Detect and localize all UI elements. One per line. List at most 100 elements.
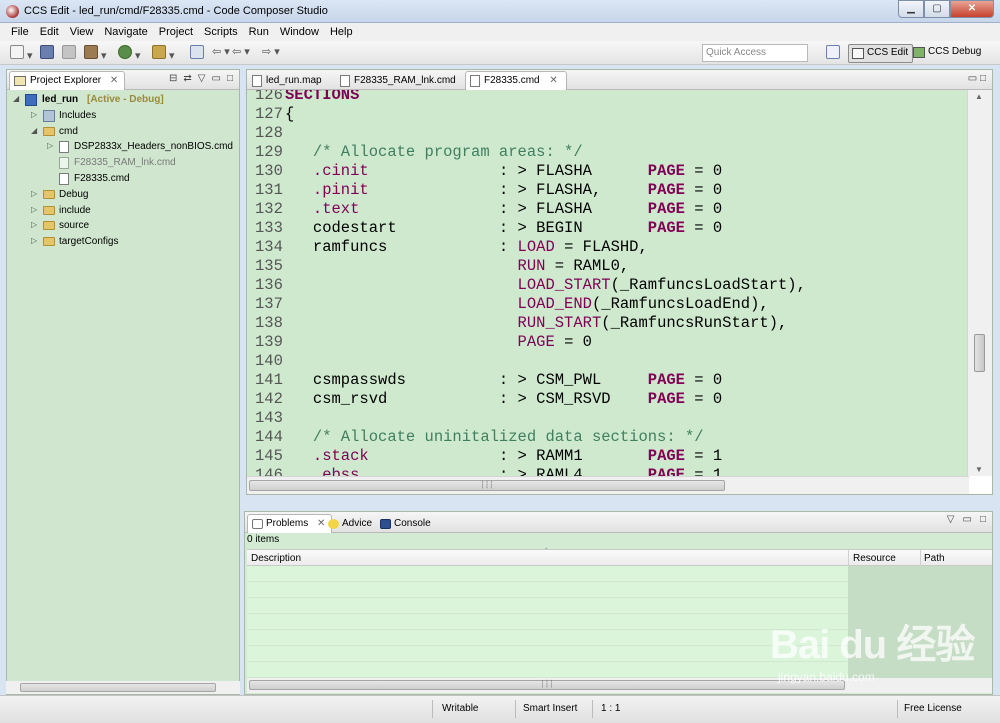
open-perspective-icon[interactable] bbox=[826, 45, 840, 61]
menu-navigate[interactable]: Navigate bbox=[99, 23, 153, 41]
menu-project[interactable]: Project bbox=[154, 23, 199, 41]
line-number: 129 bbox=[255, 143, 283, 161]
code-line[interactable]: 145 .stack : > RAMM1 PAGE = 1 bbox=[255, 447, 722, 466]
code-line[interactable]: 127{ bbox=[255, 105, 294, 124]
tab-advice[interactable]: Advice bbox=[323, 514, 379, 533]
column-description[interactable]: Description bbox=[251, 553, 301, 564]
perspective-ccs-edit[interactable]: CCS Edit bbox=[848, 44, 914, 63]
minimize-button[interactable]: ▁ bbox=[898, 0, 924, 18]
code-line[interactable]: 135 RUN = RAML0, bbox=[255, 257, 629, 276]
expand-arrow-icon[interactable]: ◢ bbox=[13, 94, 21, 103]
code-line[interactable]: 142 csm_rsvd : > CSM_RSVD PAGE = 0 bbox=[255, 390, 722, 409]
menu-run[interactable]: Run bbox=[244, 23, 275, 41]
view-menu-icon[interactable]: ▽ bbox=[947, 514, 955, 525]
tree-item-cmd[interactable]: ◢ cmd bbox=[7, 125, 239, 141]
new-icon[interactable]: ▾ bbox=[10, 45, 33, 62]
expand-arrow-icon[interactable]: ◢ bbox=[31, 126, 39, 135]
scroll-up-icon[interactable]: ▲ bbox=[975, 92, 983, 101]
tree-item-led-run[interactable]: ◢ led_run [Active - Debug] bbox=[7, 93, 239, 109]
build-icon[interactable]: ▾ bbox=[84, 45, 107, 62]
code-line[interactable]: 128 bbox=[255, 124, 285, 143]
maximize-view-icon[interactable]: □ bbox=[980, 514, 986, 525]
editor-horizontal-scrollbar[interactable]: ┆┆┆ bbox=[247, 476, 969, 494]
code-line[interactable]: 139 PAGE = 0 bbox=[255, 333, 592, 352]
menu-edit[interactable]: Edit bbox=[35, 23, 65, 41]
scroll-thumb[interactable] bbox=[974, 334, 985, 372]
perspective-ccs-debug[interactable]: CCS Debug bbox=[910, 44, 985, 63]
tab-project-explorer[interactable]: Project Explorer ✕ bbox=[9, 71, 126, 90]
tab-led-run-map[interactable]: led_run.map bbox=[247, 71, 331, 90]
tab-f28335-cmd[interactable]: F28335.cmd ✕ bbox=[465, 71, 567, 90]
scroll-thumb[interactable]: ┆┆┆ bbox=[249, 480, 725, 491]
maximize-editor-icon[interactable]: ▭ □ bbox=[968, 73, 986, 84]
tab-f28335-ram-lnk[interactable]: F28335_RAM_lnk.cmd bbox=[335, 71, 465, 90]
code-line[interactable]: 129 /* Allocate program areas: */ bbox=[255, 143, 583, 162]
collapse-arrow-icon[interactable]: ▷ bbox=[31, 110, 39, 119]
collapse-arrow-icon[interactable]: ▷ bbox=[47, 141, 55, 150]
code-line[interactable]: 126 SECTIONS bbox=[255, 90, 359, 105]
tree-item-dsp-headers[interactable]: ▷ DSP2833x_Headers_nonBIOS.cmd bbox=[7, 140, 239, 156]
code-line[interactable]: 130 .cinit : > FLASHA PAGE = 0 bbox=[255, 162, 722, 181]
scroll-thumb[interactable]: ┆┆┆ bbox=[249, 680, 845, 690]
save-icon[interactable] bbox=[40, 45, 54, 61]
code-line[interactable]: 138 RUN_START(_RamfuncsRunStart), bbox=[255, 314, 787, 333]
minimize-view-icon[interactable]: ▭ bbox=[963, 514, 972, 525]
tree-item-include[interactable]: ▷ include bbox=[7, 204, 239, 220]
maximize-button[interactable]: ▢ bbox=[924, 0, 950, 18]
tree-item-source[interactable]: ▷ source bbox=[7, 219, 239, 235]
close-button[interactable]: ✕ bbox=[950, 0, 994, 18]
code-token: : > FLASHA bbox=[368, 162, 648, 180]
scroll-thumb[interactable] bbox=[20, 683, 216, 692]
explorer-horizontal-scrollbar[interactable] bbox=[6, 681, 240, 694]
code-editor[interactable]: 126 SECTIONS 127{128 129 /* Allocate progra… bbox=[247, 90, 967, 476]
tree-item-debug[interactable]: ▷ Debug bbox=[7, 188, 239, 204]
tree-item-f28335[interactable]: F28335.cmd bbox=[7, 172, 239, 188]
code-line[interactable]: 134 ramfuncs : LOAD = FLASHD, bbox=[255, 238, 648, 257]
close-tab-icon[interactable]: ✕ bbox=[110, 75, 118, 86]
tab-problems[interactable]: Problems ✕ bbox=[247, 514, 333, 533]
column-resource[interactable]: Resource bbox=[853, 553, 896, 564]
tree-item-targetconfigs[interactable]: ▷ targetConfigs bbox=[7, 235, 239, 251]
code-line[interactable]: 144 /* Allocate uninitalized data sectio… bbox=[255, 428, 704, 447]
cmd-file-icon bbox=[470, 75, 480, 87]
save-all-icon[interactable] bbox=[62, 45, 76, 61]
menu-scripts[interactable]: Scripts bbox=[199, 23, 244, 41]
menu-view[interactable]: View bbox=[65, 23, 100, 41]
collapse-arrow-icon[interactable]: ▷ bbox=[31, 189, 39, 198]
tools-icon[interactable]: ▾ bbox=[152, 45, 175, 62]
debug-icon[interactable]: ▾ bbox=[118, 45, 141, 62]
code-line[interactable]: 136 LOAD_START(_RamfuncsLoadStart), bbox=[255, 276, 806, 295]
code-line[interactable]: 132 .text : > FLASHA PAGE = 0 bbox=[255, 200, 722, 219]
editor-vertical-scrollbar[interactable]: ▲ ▼ bbox=[967, 90, 992, 476]
nav-forward-icon[interactable]: ⇨ ▾ bbox=[262, 45, 280, 61]
menu-file[interactable]: File bbox=[6, 23, 35, 41]
code-line[interactable]: 141 csmpasswds : > CSM_PWL PAGE = 0 bbox=[255, 371, 722, 390]
menu-window[interactable]: Window bbox=[275, 23, 325, 41]
code-line[interactable]: 133 codestart : > BEGIN PAGE = 0 bbox=[255, 219, 722, 238]
code-line[interactable]: 146 .ebss : > RAML4 PAGE = 1 bbox=[255, 466, 722, 476]
menu-help[interactable]: Help bbox=[325, 23, 359, 41]
column-path[interactable]: Path bbox=[924, 553, 945, 564]
collapse-all-icon[interactable]: ⊟ bbox=[169, 73, 177, 84]
minimize-view-icon[interactable]: ▭ bbox=[212, 73, 221, 84]
nav-back-icon[interactable]: ⇦ ▾ bbox=[212, 45, 230, 61]
tree-item-includes[interactable]: ▷ Includes bbox=[7, 109, 239, 125]
nav-prev-icon[interactable]: ⇦ ▾ bbox=[232, 45, 250, 61]
code-line[interactable]: 137 LOAD_END(_RamfuncsLoadEnd), bbox=[255, 295, 769, 314]
collapse-arrow-icon[interactable]: ▷ bbox=[31, 236, 39, 245]
tree-item-ram-lnk[interactable]: F28335_RAM_lnk.cmd bbox=[7, 156, 239, 172]
quick-access-input[interactable]: Quick Access bbox=[702, 44, 808, 62]
code-line[interactable]: 131 .pinit : > FLASHA, PAGE = 0 bbox=[255, 181, 722, 200]
link-editor-icon[interactable]: ⇄ bbox=[183, 73, 191, 84]
tab-console[interactable]: Console bbox=[375, 514, 438, 533]
close-tab-icon[interactable]: ✕ bbox=[549, 75, 557, 86]
scroll-down-icon[interactable]: ▼ bbox=[975, 465, 983, 474]
code-line[interactable]: 140 bbox=[255, 352, 285, 371]
collapse-arrow-icon[interactable]: ▷ bbox=[31, 205, 39, 214]
maximize-view-icon[interactable]: □ bbox=[227, 73, 233, 84]
view-menu-icon[interactable]: ▽ bbox=[198, 73, 206, 84]
collapse-arrow-icon[interactable]: ▷ bbox=[31, 220, 39, 229]
code-line[interactable]: 143 bbox=[255, 409, 285, 428]
toggle-icon[interactable] bbox=[190, 45, 204, 61]
